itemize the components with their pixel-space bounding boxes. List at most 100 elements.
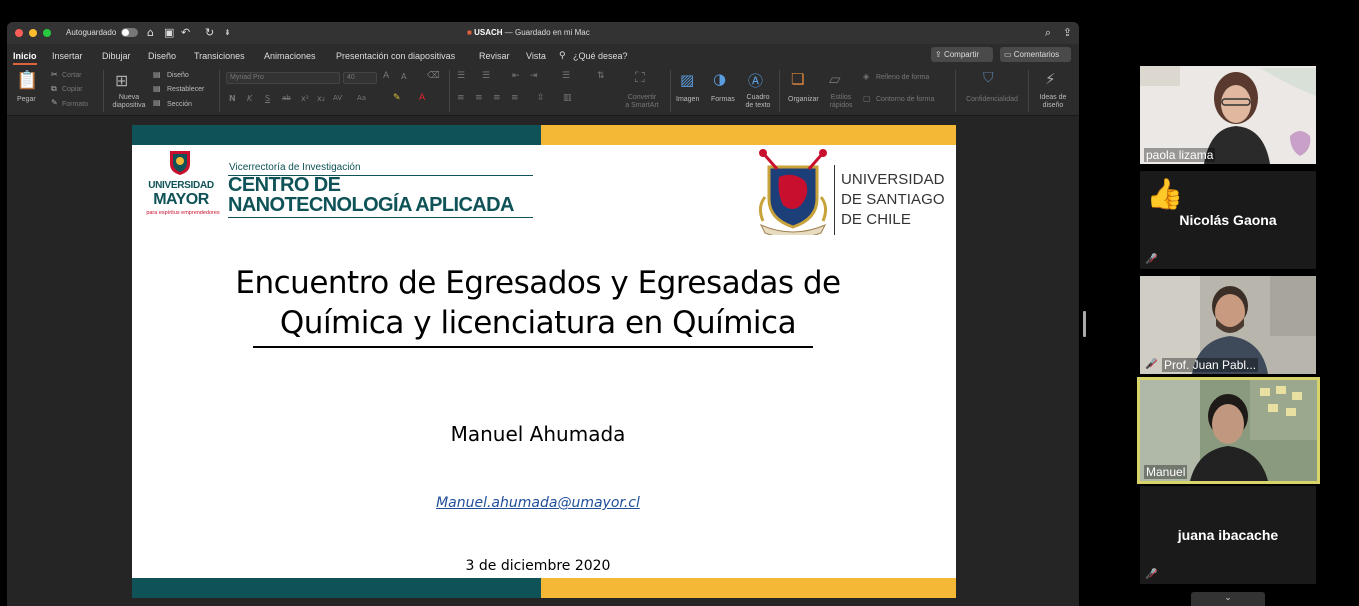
autosave-toggle[interactable] bbox=[121, 28, 138, 37]
design-ideas-icon[interactable]: ⚡ bbox=[1045, 70, 1056, 88]
new-slide-label-1[interactable]: Nueva bbox=[111, 94, 147, 102]
subscript-icon[interactable]: x₂ bbox=[317, 94, 325, 103]
increase-indent-icon[interactable]: ⇥ bbox=[530, 71, 538, 81]
shapes-label[interactable]: Formas bbox=[711, 96, 735, 104]
reset-label[interactable]: Restablecer bbox=[167, 86, 204, 94]
underline-icon[interactable]: S bbox=[265, 94, 270, 103]
presenter-email-link[interactable]: Manuel.ahumada@umayor.cl bbox=[132, 495, 944, 511]
new-slide-label-2[interactable]: diapositiva bbox=[107, 102, 151, 110]
bullets-icon[interactable]: ☰ bbox=[457, 71, 465, 81]
gallery-scroll-down-button[interactable]: ⌄ bbox=[1191, 592, 1265, 606]
font-color-icon[interactable]: A bbox=[419, 93, 425, 103]
tab-animaciones[interactable]: Animaciones bbox=[264, 51, 316, 61]
slide[interactable]: UNIVERSIDAD MAYOR para espíritus emprend… bbox=[132, 125, 956, 598]
comments-button[interactable]: ▭ Comentarios bbox=[1000, 47, 1071, 62]
textbox-icon[interactable]: Ⓐ bbox=[748, 70, 763, 91]
participant-name: Manuel bbox=[1144, 465, 1188, 479]
quick-styles-icon[interactable]: ▱ bbox=[829, 70, 841, 88]
grow-font-icon[interactable]: A bbox=[383, 71, 389, 81]
participant-tile[interactable]: 👍 Nicolás Gaona 🎤̸ bbox=[1140, 171, 1316, 269]
design-ideas-label-1[interactable]: Ideas de bbox=[1035, 94, 1071, 102]
align-left-icon[interactable]: ≡ bbox=[457, 93, 465, 103]
gallery-resize-handle[interactable] bbox=[1083, 311, 1086, 337]
numbering-icon[interactable]: ☰ bbox=[482, 71, 490, 81]
tab-presentacion[interactable]: Presentación con diapositivas bbox=[336, 51, 455, 61]
convert-smartart-label-2[interactable]: a SmartArt bbox=[619, 102, 665, 110]
arrange-icon[interactable]: ❏ bbox=[791, 70, 804, 88]
tab-insertar[interactable]: Insertar bbox=[52, 51, 83, 61]
tab-revisar[interactable]: Revisar bbox=[479, 51, 510, 61]
participant-name: paola lizama bbox=[1144, 148, 1216, 162]
char-spacing-icon[interactable]: AV bbox=[333, 94, 342, 102]
tell-me-search[interactable]: ¿Qué desea? bbox=[573, 51, 628, 61]
tab-transiciones[interactable]: Transiciones bbox=[194, 51, 245, 61]
textbox-label-2[interactable]: de texto bbox=[742, 102, 774, 110]
image-icon[interactable]: ▨ bbox=[680, 71, 694, 89]
font-name-select[interactable]: Myriad Pro bbox=[226, 72, 340, 84]
thumbs-up-reaction-icon: 👍 bbox=[1146, 177, 1184, 212]
format-painter-label[interactable]: Formato bbox=[62, 101, 88, 109]
highlight-icon[interactable]: ✎ bbox=[393, 93, 401, 103]
format-painter-icon: ✎ bbox=[51, 98, 58, 107]
arrange-label[interactable]: Organizar bbox=[788, 96, 819, 104]
tab-inicio[interactable]: Inicio bbox=[13, 51, 37, 61]
align-right-icon[interactable]: ≡ bbox=[493, 93, 501, 103]
save-icon[interactable]: ▣ bbox=[164, 26, 174, 39]
quick-styles-label-2[interactable]: rápidos bbox=[827, 102, 855, 110]
columns-icon[interactable]: ▥ bbox=[563, 93, 572, 103]
change-case-icon[interactable]: Aa bbox=[357, 94, 366, 102]
new-slide-icon[interactable]: ⊞ bbox=[115, 71, 128, 90]
search-icon[interactable]: ⌕ bbox=[1045, 26, 1051, 40]
powerpoint-window: Autoguardado ⌂ ▣ ↶ ↻ ⇟ ■ USACH — Guardad… bbox=[7, 22, 1079, 606]
paste-icon[interactable]: 📋 bbox=[16, 70, 38, 91]
shapes-icon[interactable]: ◑ bbox=[713, 70, 726, 88]
font-size-select[interactable]: 40 bbox=[343, 72, 377, 84]
shape-fill-label[interactable]: Relleno de forma bbox=[876, 74, 929, 82]
shrink-font-icon[interactable]: A bbox=[401, 72, 406, 81]
textbox-label-1[interactable]: Cuadro bbox=[745, 94, 771, 102]
share-button[interactable]: ⇪ Compartir bbox=[931, 47, 993, 62]
participant-tile[interactable]: juana ibacache 🎤̸ bbox=[1140, 486, 1316, 584]
align-text-icon[interactable]: ⇳ bbox=[537, 93, 545, 103]
bold-icon[interactable]: N bbox=[229, 94, 236, 103]
clear-format-icon[interactable]: ⌫ bbox=[427, 71, 440, 81]
maximize-window-button[interactable] bbox=[43, 29, 51, 37]
tab-dibujar[interactable]: Dibujar bbox=[102, 51, 131, 61]
ribbon-separator bbox=[103, 70, 104, 112]
shape-outline-label[interactable]: Contorno de forma bbox=[876, 96, 934, 104]
participant-tile[interactable]: paola lizama bbox=[1140, 66, 1316, 164]
tab-vista[interactable]: Vista bbox=[526, 51, 546, 61]
smartart-icon[interactable]: ⛶ bbox=[635, 70, 645, 86]
layout-label[interactable]: Diseño bbox=[167, 72, 189, 80]
participant-tile[interactable]: 🎤̸ Prof. Juan Pabl... bbox=[1140, 276, 1316, 374]
decrease-indent-icon[interactable]: ⇤ bbox=[512, 71, 520, 81]
strikethrough-icon[interactable]: ab bbox=[282, 94, 291, 102]
paste-label[interactable]: Pegar bbox=[17, 96, 36, 104]
cut-label[interactable]: Cortar bbox=[62, 72, 81, 80]
align-center-icon[interactable]: ≡ bbox=[475, 93, 483, 103]
superscript-icon[interactable]: x² bbox=[301, 94, 309, 103]
italic-icon[interactable]: K bbox=[247, 94, 252, 103]
tab-diseno[interactable]: Diseño bbox=[148, 51, 176, 61]
line-spacing-icon[interactable]: ☰ bbox=[562, 71, 570, 81]
close-window-button[interactable] bbox=[15, 29, 23, 37]
confidentiality-icon[interactable]: ⛉ bbox=[983, 70, 994, 86]
justify-icon[interactable]: ≡ bbox=[511, 93, 519, 103]
copy-label[interactable]: Copiar bbox=[62, 86, 83, 94]
minimize-window-button[interactable] bbox=[29, 29, 37, 37]
design-ideas-label-2[interactable]: diseño bbox=[1035, 102, 1071, 110]
image-label[interactable]: Imagen bbox=[676, 96, 699, 104]
confidentiality-label[interactable]: Confidencialidad bbox=[964, 96, 1020, 104]
section-label[interactable]: Sección bbox=[167, 101, 192, 109]
participant-name: Nicolás Gaona bbox=[1179, 212, 1277, 228]
convert-smartart-label-1[interactable]: Convertir bbox=[621, 94, 663, 102]
undo-icon[interactable]: ↶ bbox=[181, 26, 190, 39]
ribbon-separator bbox=[1028, 70, 1029, 112]
redo-icon[interactable]: ↻ bbox=[205, 26, 214, 39]
share-screen-icon[interactable]: ⇪ bbox=[1063, 26, 1072, 39]
text-direction-icon[interactable]: ⇅ bbox=[597, 71, 605, 81]
participant-tile-active-speaker[interactable]: Manuel bbox=[1137, 377, 1320, 484]
customize-toolbar-icon[interactable]: ⇟ bbox=[224, 28, 231, 37]
home-icon[interactable]: ⌂ bbox=[147, 26, 154, 39]
quick-styles-label-1[interactable]: Estilos bbox=[827, 94, 855, 102]
